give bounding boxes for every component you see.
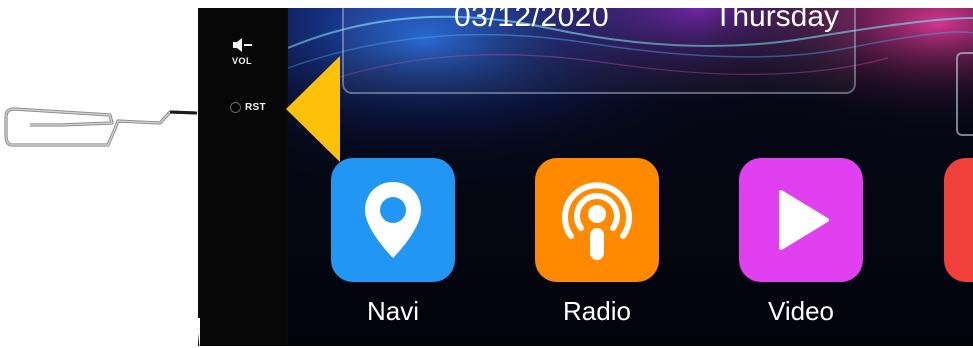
app-video-tile[interactable] — [739, 158, 863, 282]
app-navi-tile[interactable] — [331, 158, 455, 282]
date-widget[interactable]: 03/12/2020 Thursday — [342, 8, 856, 94]
reset-hole[interactable] — [230, 102, 241, 113]
day-display: Thursday — [714, 8, 840, 33]
app-video[interactable]: Video — [739, 158, 863, 327]
app-video-label: Video — [767, 296, 835, 326]
app-partial-tile[interactable] — [944, 158, 973, 282]
sim-eject-pin-icon — [4, 107, 198, 147]
volume-label: VOL — [231, 56, 252, 66]
app-radio-label: Radio — [563, 296, 631, 326]
map-pin-icon — [365, 182, 421, 258]
right-widget-edge[interactable] — [956, 52, 973, 136]
reset-label: RST — [245, 102, 266, 113]
date-display: 03/12/2020 — [454, 8, 610, 33]
app-radio-tile[interactable] — [535, 158, 659, 282]
app-navi[interactable]: Navi — [331, 158, 455, 327]
reset-button[interactable]: RST — [230, 102, 266, 113]
pointer-arrow-icon — [286, 56, 340, 162]
volume-button[interactable]: VOL — [222, 36, 262, 66]
app-navi-label: Navi — [366, 296, 419, 326]
home-screen: 03/12/2020 Thursday Navi Radio Video — [288, 8, 973, 346]
play-icon — [779, 190, 829, 250]
speaker-mute-icon — [233, 38, 252, 52]
podcast-icon — [562, 182, 632, 260]
app-radio[interactable]: Radio — [535, 158, 659, 327]
